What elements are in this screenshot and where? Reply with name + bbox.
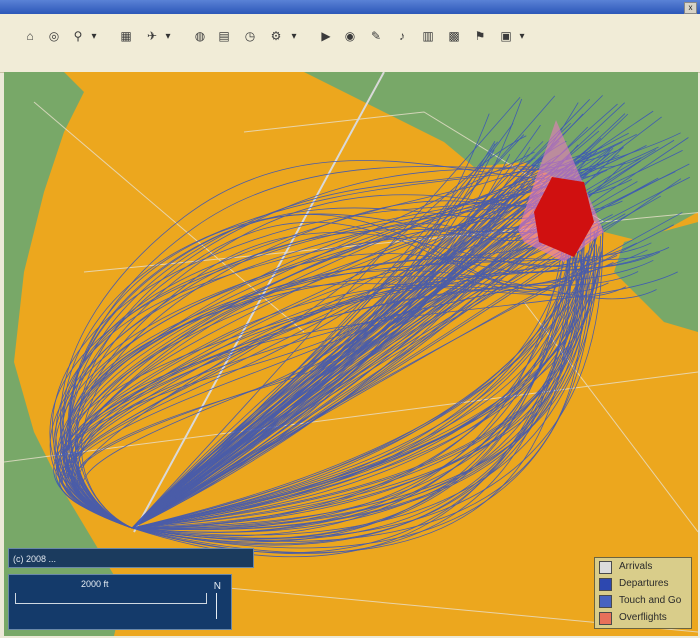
- flight-track: [131, 134, 525, 529]
- aircraft-icon[interactable]: ✈: [142, 26, 162, 46]
- legend-label: Overflights: [619, 612, 667, 623]
- scale-label: 2000 ft: [81, 579, 109, 589]
- grid-icon[interactable]: ▩: [444, 26, 464, 46]
- legend-label: Arrivals: [619, 561, 653, 572]
- scale-ruler: [15, 593, 207, 604]
- clock-icon[interactable]: ◷: [240, 26, 260, 46]
- target-icon[interactable]: ◉: [340, 26, 360, 46]
- flight-track: [59, 135, 527, 529]
- chart-icon[interactable]: ▤: [214, 26, 234, 46]
- flight-track: [73, 165, 540, 529]
- legend-label: Touch and Go: [619, 595, 682, 606]
- legend-swatch: [599, 595, 612, 608]
- legend: Arrivals Departures Touch and Go Overfli…: [594, 557, 692, 629]
- legend-item-touch-and-go: Touch and Go: [599, 594, 691, 609]
- home-icon[interactable]: ⌂: [20, 26, 40, 46]
- dropdown-chevron-icon[interactable]: ▾: [90, 26, 98, 44]
- legend-swatch: [599, 612, 612, 625]
- north-arrow-label: N: [213, 581, 221, 592]
- legend-item-arrivals: Arrivals: [599, 560, 691, 575]
- map-copyright: (c) 2008 ...: [8, 548, 254, 568]
- window-title-bar: x: [0, 0, 700, 14]
- layers-icon[interactable]: ▦: [116, 26, 136, 46]
- dropdown-chevron-icon[interactable]: ▾: [518, 26, 526, 44]
- play-icon[interactable]: ▶: [316, 26, 336, 46]
- close-icon[interactable]: x: [684, 2, 697, 14]
- world-icon[interactable]: ◍: [190, 26, 210, 46]
- report-icon[interactable]: ▥: [418, 26, 438, 46]
- zoom-icon[interactable]: ⚲: [68, 26, 88, 46]
- globe-icon[interactable]: ◎: [44, 26, 64, 46]
- legend-swatch: [599, 561, 612, 574]
- sound-icon[interactable]: ♪: [392, 26, 412, 46]
- flight-track: [60, 160, 543, 529]
- legend-item-departures: Departures: [599, 577, 691, 592]
- export-icon[interactable]: ▣: [496, 26, 516, 46]
- dropdown-chevron-icon[interactable]: ▾: [164, 26, 172, 44]
- edit-icon[interactable]: ✎: [366, 26, 386, 46]
- legend-item-overflights: Overflights: [599, 611, 691, 626]
- north-arrow-icon: [216, 593, 217, 619]
- legend-swatch: [599, 578, 612, 591]
- legend-label: Departures: [619, 578, 669, 589]
- land-east: [614, 222, 698, 332]
- toolbar: ⌂ ◎ ⚲ ▾ ▦ ✈ ▾ ◍ ▤ ◷ ⚙ ▾ ▶ ◉ ✎ ♪ ▥ ▩ ⚑ ▣ …: [0, 14, 700, 73]
- scale-bar: 2000 ft N: [8, 574, 232, 630]
- dropdown-chevron-icon[interactable]: ▾: [290, 26, 298, 44]
- tools-icon[interactable]: ⚙: [266, 26, 286, 46]
- flag-icon[interactable]: ⚑: [470, 26, 490, 46]
